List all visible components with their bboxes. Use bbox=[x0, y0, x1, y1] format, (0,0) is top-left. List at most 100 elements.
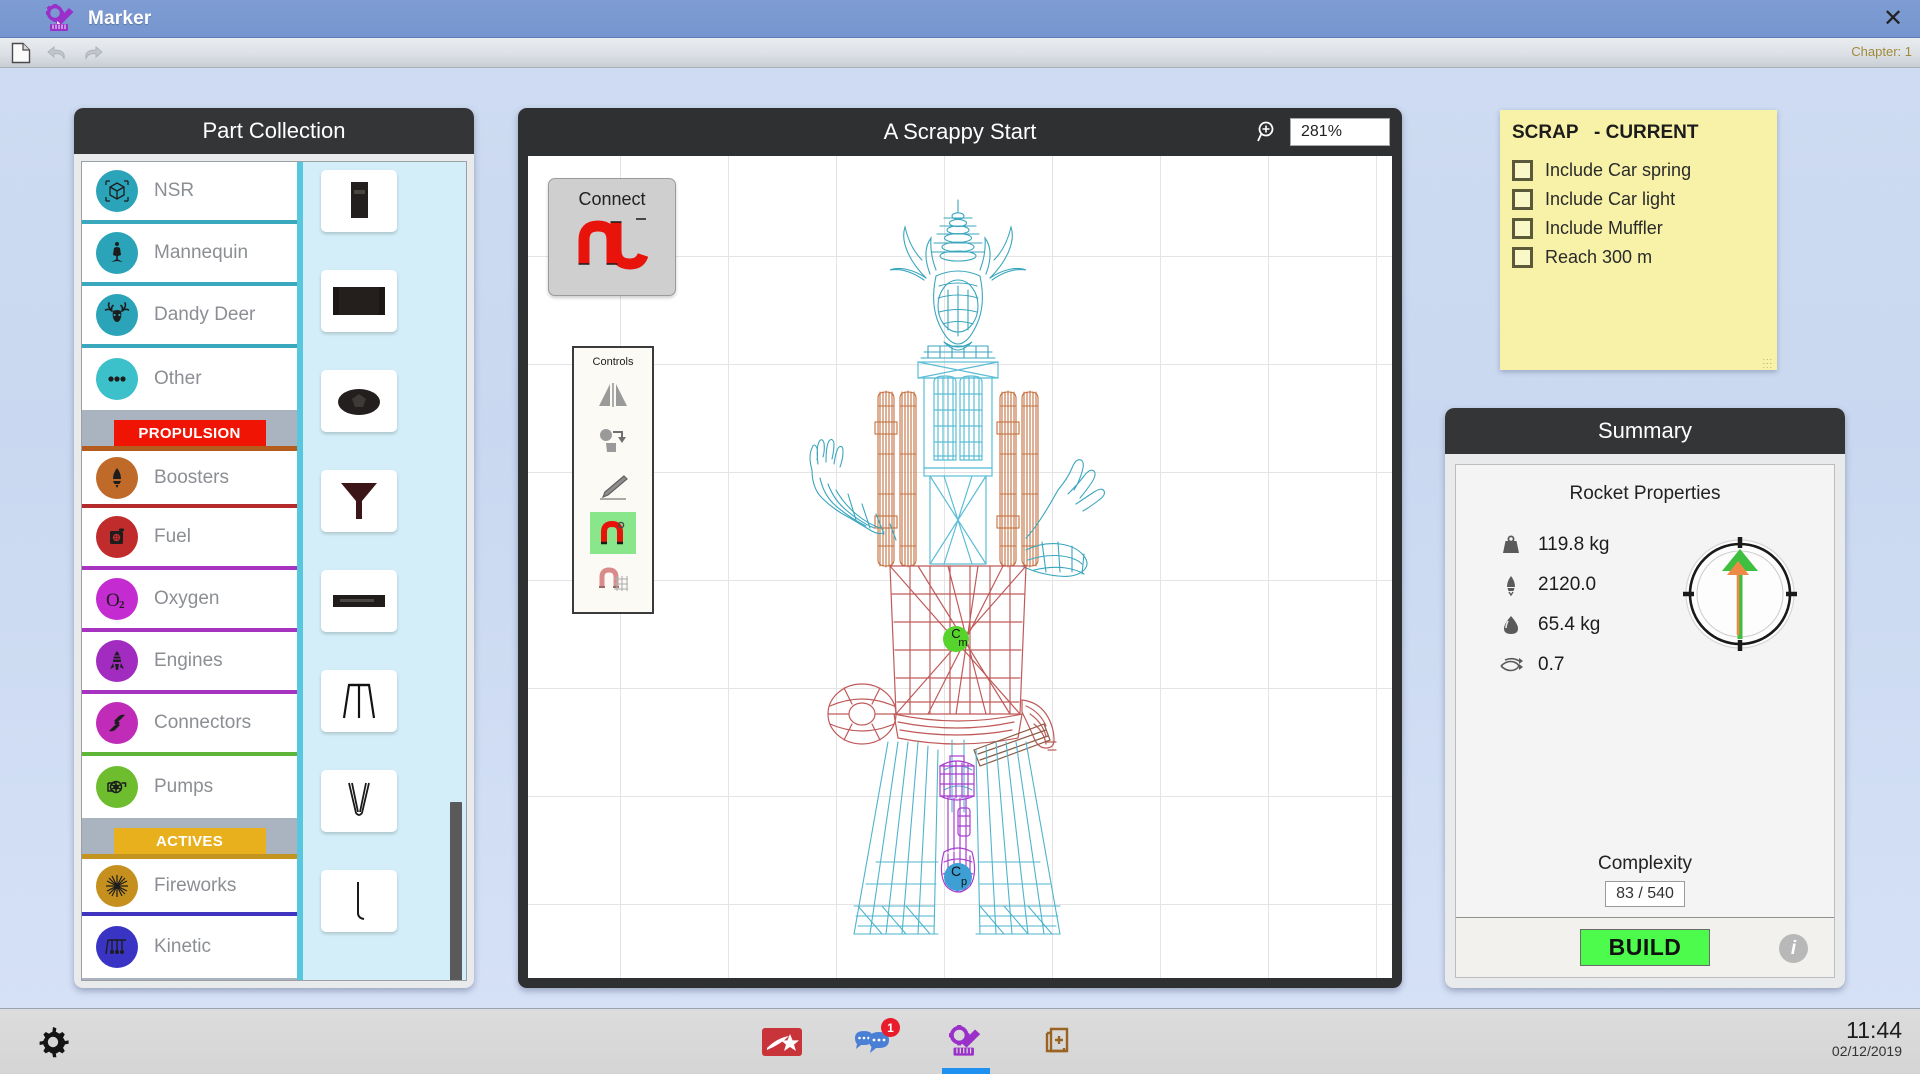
summary-panel: Summary Rocket Properties 119.8 kg 2120.… bbox=[1445, 408, 1845, 988]
drag-icon bbox=[1498, 655, 1524, 675]
complexity-block: Complexity 83 / 540 bbox=[1456, 853, 1834, 917]
objective-checkbox[interactable] bbox=[1512, 189, 1533, 210]
property-value: 2120.0 bbox=[1538, 574, 1597, 595]
part-thumb-drum[interactable] bbox=[321, 270, 397, 332]
sidebar-item-label: Boosters bbox=[154, 466, 229, 488]
close-icon[interactable]: ✕ bbox=[1880, 6, 1906, 32]
zoom-in-magnifier-icon[interactable] bbox=[1256, 120, 1280, 144]
sidebar-item-label: Kinetic bbox=[154, 936, 212, 957]
magnet-icon[interactable] bbox=[590, 512, 636, 554]
property-row-fuel: 65.4 kg bbox=[1498, 605, 1646, 645]
app-logo-icon bbox=[44, 3, 78, 34]
summary-body: Rocket Properties 119.8 kg 2120.0 65.4 k… bbox=[1455, 464, 1835, 978]
pump-turbine-icon bbox=[96, 766, 138, 808]
sidebar-item-dandy-deer[interactable]: Dandy Deer bbox=[82, 286, 297, 348]
sidebar-item-nsr[interactable]: NSR bbox=[82, 162, 297, 224]
part-thumb-vcable[interactable] bbox=[321, 770, 397, 832]
objective-checkbox[interactable] bbox=[1512, 160, 1533, 181]
sidebar-item-engines[interactable]: Engines bbox=[82, 632, 297, 694]
svg-text:C: C bbox=[951, 863, 961, 879]
sidebar-item-fuel[interactable]: Fuel bbox=[82, 508, 297, 570]
objective-label: Include Car spring bbox=[1545, 160, 1692, 180]
sidebar-item-boosters[interactable]: Boosters bbox=[82, 446, 297, 508]
complexity-value: 83 / 540 bbox=[1605, 881, 1685, 907]
engine-icon bbox=[96, 640, 138, 682]
main-toolbar: Chapter: 1 bbox=[0, 38, 1920, 68]
mirror-icon[interactable] bbox=[590, 374, 636, 416]
deer-head-icon bbox=[96, 294, 138, 336]
center-of-mass-marker: C m bbox=[943, 626, 969, 652]
svg-text:p: p bbox=[961, 876, 967, 888]
objective-row[interactable]: Include Car light bbox=[1512, 189, 1777, 210]
taskbar-clock[interactable]: 11:44 02/12/2019 bbox=[1832, 1017, 1902, 1059]
sidebar-item-kinetic[interactable]: Kinetic bbox=[82, 916, 297, 978]
part-thumb-ball[interactable] bbox=[321, 370, 397, 432]
scrap-objectives-panel: SCRAP - CURRENT Include Car spring Inclu… bbox=[1500, 110, 1777, 370]
objective-row[interactable]: Include Car spring bbox=[1512, 160, 1777, 181]
tray-item-library[interactable] bbox=[1036, 1020, 1080, 1064]
objective-row[interactable]: Include Muffler bbox=[1512, 218, 1777, 239]
zoom-level-input[interactable]: 281% bbox=[1290, 118, 1390, 146]
resize-grip-icon[interactable]: :::::: bbox=[1762, 357, 1773, 370]
canvas-title: A Scrappy Start bbox=[883, 119, 1037, 144]
sidebar-item-label: Engines bbox=[154, 650, 223, 671]
part-thumb-funnel[interactable] bbox=[321, 470, 397, 532]
sidebar-item-oxygen[interactable]: O 2 Oxygen bbox=[82, 570, 297, 632]
clock-date: 02/12/2019 bbox=[1831, 1043, 1902, 1059]
tray-item-chat[interactable]: 1 bbox=[852, 1018, 900, 1064]
property-row-drag: 0.7 bbox=[1498, 645, 1646, 685]
move-copy-icon[interactable] bbox=[590, 420, 636, 462]
thumbnail-scrollbar[interactable] bbox=[450, 802, 462, 980]
sidebar-item-pumps[interactable]: Pumps bbox=[82, 756, 297, 818]
sidebar-item-label: Dandy Deer bbox=[154, 304, 256, 325]
sidebar-item-mannequin[interactable]: Mannequin bbox=[82, 224, 297, 286]
pen-icon[interactable] bbox=[590, 466, 636, 508]
section-banner-label: ACTIVES bbox=[113, 828, 266, 854]
nsr-cube-icon bbox=[96, 170, 138, 212]
rocket-wireframe-model[interactable]: C m C p bbox=[758, 194, 1158, 954]
sidebar-item-label: Fuel bbox=[154, 526, 191, 547]
magnet-grid-icon[interactable] bbox=[590, 558, 636, 600]
ellipsis-icon bbox=[96, 358, 138, 400]
tray-item-marker[interactable] bbox=[942, 1020, 990, 1074]
category-list[interactable]: NSR Mannequin Dandy Deer Other PROPULSIO… bbox=[82, 162, 297, 980]
sidebar-item-label: Oxygen bbox=[154, 588, 220, 609]
redo-arrow-icon[interactable] bbox=[78, 40, 108, 66]
sidebar-item-fireworks[interactable]: Fireworks bbox=[82, 854, 297, 916]
part-thumb-rod[interactable] bbox=[321, 870, 397, 932]
property-row-thrust: 2120.0 bbox=[1498, 565, 1646, 605]
connect-button[interactable]: Connect bbox=[548, 178, 676, 296]
tray-item-game[interactable] bbox=[760, 1020, 804, 1064]
objective-label: Include Car light bbox=[1545, 189, 1676, 209]
thrust-icon bbox=[1498, 574, 1524, 596]
sidebar-item-connectors[interactable]: Connectors bbox=[82, 694, 297, 756]
canvas-header: A Scrappy Start 281% bbox=[518, 108, 1402, 156]
canvas-workspace[interactable]: Connect Controls C m C p bbox=[528, 156, 1392, 978]
window-titlebar: Marker ✕ bbox=[0, 0, 1920, 38]
weight-icon bbox=[1498, 534, 1524, 556]
objective-checkbox[interactable] bbox=[1512, 247, 1533, 268]
property-value: 119.8 kg bbox=[1538, 534, 1610, 555]
undo-arrow-icon[interactable] bbox=[42, 40, 72, 66]
build-button[interactable]: BUILD bbox=[1579, 929, 1711, 966]
objective-checkbox[interactable] bbox=[1512, 218, 1533, 239]
gear-icon[interactable] bbox=[36, 1025, 70, 1059]
sidebar-item-label: NSR bbox=[154, 180, 195, 201]
controls-toolbox: Controls bbox=[572, 346, 654, 614]
objective-row[interactable]: Reach 300 m bbox=[1512, 247, 1777, 268]
sidebar-item-other[interactable]: Other bbox=[82, 348, 297, 410]
mannequin-icon bbox=[96, 232, 138, 274]
part-thumb-frame[interactable] bbox=[321, 670, 397, 732]
part-thumb-battery[interactable] bbox=[321, 170, 397, 232]
complexity-label: Complexity bbox=[1598, 853, 1692, 874]
objective-label: Include Muffler bbox=[1545, 218, 1663, 238]
new-document-icon[interactable] bbox=[6, 40, 36, 66]
info-icon[interactable]: i bbox=[1779, 934, 1808, 963]
design-canvas-panel: A Scrappy Start 281% Connect Controls C … bbox=[518, 108, 1402, 988]
part-thumbnail-strip[interactable] bbox=[297, 162, 466, 980]
property-row-mass: 119.8 kg bbox=[1498, 525, 1646, 565]
svg-text:2: 2 bbox=[119, 599, 125, 611]
svg-text:O: O bbox=[106, 590, 120, 611]
part-thumb-bar[interactable] bbox=[321, 570, 397, 632]
center-of-pressure-marker: C p bbox=[944, 863, 972, 891]
